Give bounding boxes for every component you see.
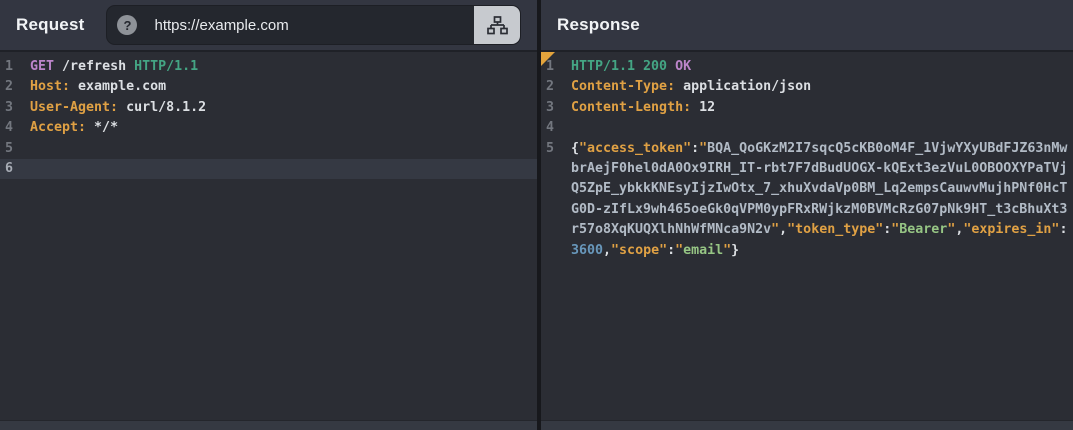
code-line-content: Content-Length: 12 bbox=[571, 99, 716, 115]
code-line-content: {"access_token":"BQA_QoGKzM2I7sqcQ5cKB0o… bbox=[571, 140, 1068, 258]
corner-fold-marker-icon bbox=[541, 52, 555, 66]
code-line-content: GET /refresh HTTP/1.1 bbox=[30, 59, 199, 74]
code-line: 5 {"access_token":"BQA_QoGKzM2I7sqcQ5cKB0… bbox=[541, 139, 1073, 261]
line-number: 3 bbox=[5, 99, 14, 115]
response-panel-title: Response bbox=[557, 15, 640, 34]
response-editor[interactable]: 1 HTTP/1.1 200 OK 2 Content-Type: applicati… bbox=[541, 52, 1073, 420]
connect-button[interactable] bbox=[474, 6, 520, 44]
line-number: 5 bbox=[5, 140, 14, 156]
code-line-content bbox=[30, 139, 537, 159]
code-line: 1 HTTP/1.1 200 OK bbox=[541, 57, 1073, 77]
request-header: Request ? https://example.com bbox=[0, 0, 537, 52]
line-number: 3 bbox=[546, 99, 555, 115]
code-line: 2 Host: example.com bbox=[0, 77, 537, 97]
request-horizontal-scrollbar[interactable] bbox=[0, 420, 537, 430]
code-line: 6 bbox=[0, 159, 537, 180]
code-line-content: Content-Type: application/json bbox=[571, 79, 812, 95]
code-line-content: Accept: */* bbox=[30, 120, 119, 136]
code-line: 3 Content-Length: 12 bbox=[541, 98, 1073, 118]
http-client-window: Request ? https://example.com 1 GET /refr… bbox=[0, 0, 1073, 430]
help-icon[interactable]: ? bbox=[117, 15, 138, 35]
code-line-content: HTTP/1.1 200 OK bbox=[571, 59, 692, 74]
line-number: 4 bbox=[546, 120, 555, 136]
code-line: 1 GET /refresh HTTP/1.1 bbox=[0, 57, 537, 77]
request-panel: Request ? https://example.com 1 GET /refr… bbox=[0, 0, 537, 430]
line-number: 2 bbox=[5, 79, 14, 95]
sitemap-icon bbox=[486, 15, 508, 34]
request-panel-title: Request bbox=[16, 15, 85, 34]
line-number: 4 bbox=[5, 120, 14, 136]
code-line-content: Host: example.com bbox=[30, 79, 167, 95]
line-number: 1 bbox=[5, 59, 14, 74]
code-line-content: User-Agent: curl/8.1.2 bbox=[30, 99, 207, 115]
url-bar[interactable]: ? https://example.com bbox=[106, 5, 521, 45]
request-editor[interactable]: 1 GET /refresh HTTP/1.1 2 Host: example.com… bbox=[0, 52, 537, 420]
code-line: 5 bbox=[0, 139, 537, 159]
response-header: Response bbox=[541, 0, 1073, 52]
code-line-content bbox=[571, 118, 1073, 138]
response-panel: Response 1 HTTP/1.1 200 OK 2 Content-Type: … bbox=[541, 0, 1073, 430]
response-horizontal-scrollbar[interactable] bbox=[541, 420, 1073, 430]
code-line-content bbox=[30, 159, 537, 179]
code-line: 4 bbox=[541, 118, 1073, 138]
code-line: 3 User-Agent: curl/8.1.2 bbox=[0, 98, 537, 118]
url-input[interactable]: https://example.com bbox=[154, 17, 474, 34]
line-number: 5 bbox=[546, 140, 555, 156]
line-number: 2 bbox=[546, 79, 555, 95]
code-line: 4 Accept: */* bbox=[0, 118, 537, 138]
code-line: 2 Content-Type: application/json bbox=[541, 77, 1073, 97]
line-number: 6 bbox=[5, 161, 14, 177]
